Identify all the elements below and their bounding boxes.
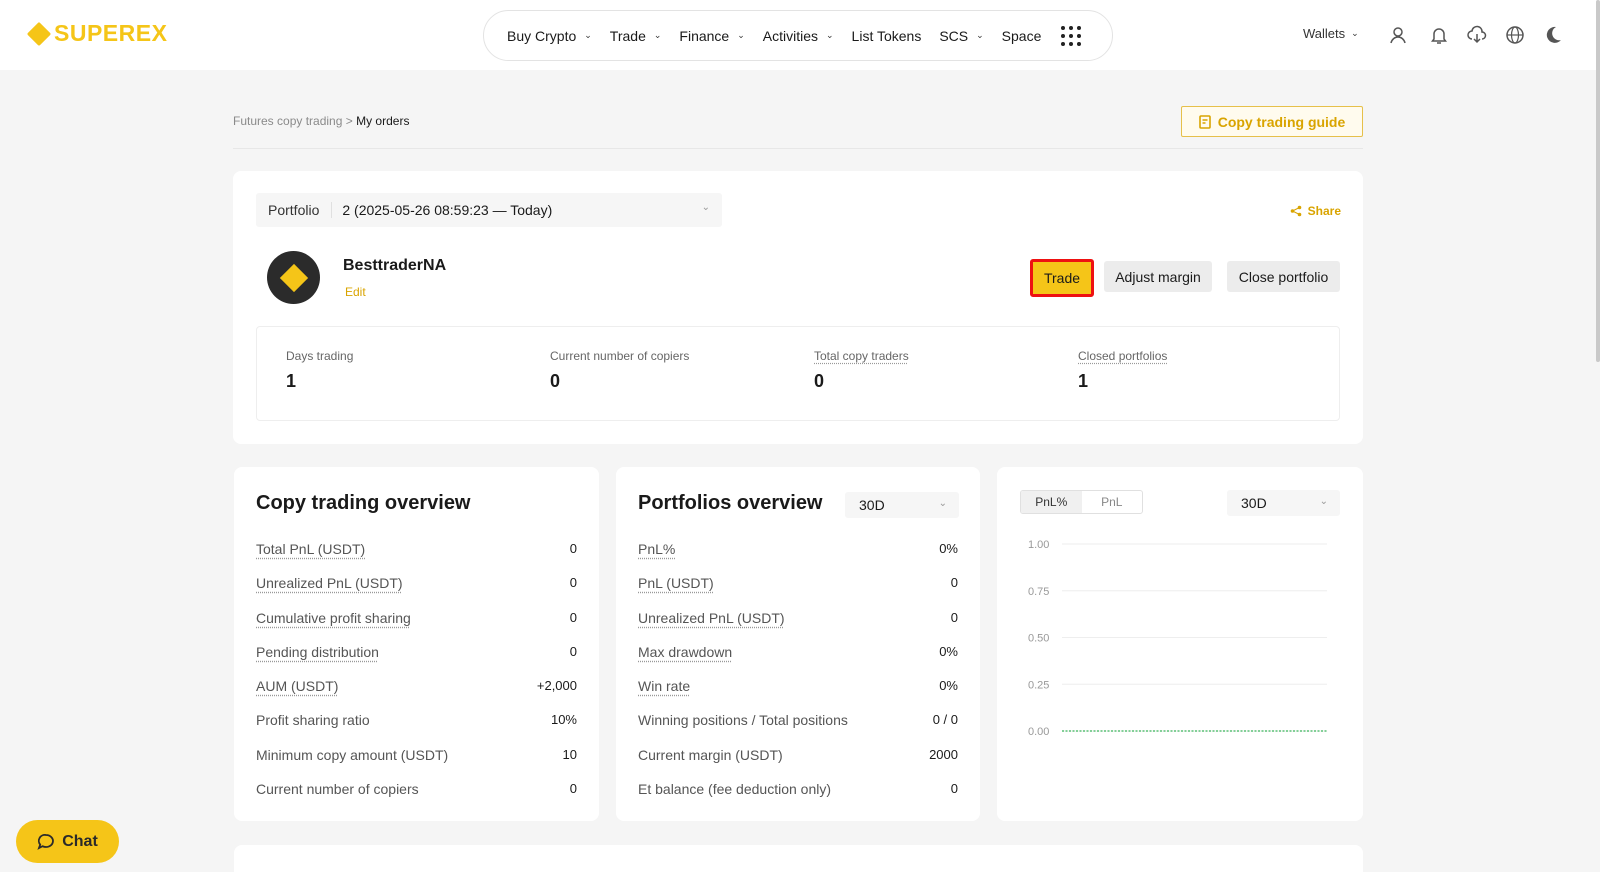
- share-icon: [1290, 205, 1302, 217]
- y-tick-label: 0.50: [1028, 633, 1049, 645]
- nav-item-list-tokens[interactable]: List Tokens: [852, 28, 922, 44]
- breadcrumb: Futures copy trading > My orders: [233, 114, 409, 128]
- y-tick-label: 0.75: [1028, 586, 1049, 598]
- avatar: [267, 251, 320, 304]
- diamond-logo-icon: [27, 21, 51, 45]
- pnl-toggle: PnL% PnL: [1020, 490, 1143, 514]
- portfolio-select[interactable]: Portfolio 2 (2025-05-26 08:59:23 — Today…: [256, 193, 722, 227]
- scrollbar[interactable]: [1596, 0, 1600, 362]
- period-select[interactable]: 30D ⌄: [845, 492, 959, 518]
- portfolio-select-value: 2 (2025-05-26 08:59:23 — Today): [332, 202, 552, 218]
- wallets-menu[interactable]: Wallets ⌄: [1303, 26, 1359, 41]
- chevron-down-icon: ⌄: [584, 30, 592, 41]
- chevron-down-icon: ⌄: [737, 30, 745, 41]
- adjust-margin-button[interactable]: Adjust margin: [1104, 261, 1212, 292]
- list-item: PnL (USDT) 0: [638, 575, 958, 609]
- list-item: Unrealized PnL (USDT) 0: [256, 575, 577, 609]
- pnl-line-chart: 1.00 0.75 0.50 0.25 0.00: [1017, 532, 1337, 742]
- stat-days-trading: Days trading 1: [286, 349, 353, 392]
- portfolio-stats: Days trading 1 Current number of copiers…: [256, 326, 1340, 421]
- chevron-down-icon: ⌄: [654, 30, 662, 41]
- list-item: Profit sharing ratio 10%: [256, 712, 577, 746]
- superex-logo[interactable]: SUPEREX: [28, 20, 167, 47]
- top-header: SUPEREX Buy Crypto ⌄ Trade ⌄ Finance ⌄ Acti…: [0, 0, 1600, 70]
- nav-item-buy-crypto[interactable]: Buy Crypto ⌄: [507, 28, 592, 44]
- overview-rows: Total PnL (USDT) 0 Unrealized PnL (USDT) 0…: [256, 541, 577, 815]
- list-item: Max drawdown 0%: [638, 644, 958, 678]
- list-item: Current margin (USDT) 2000: [638, 747, 958, 781]
- list-item: PnL% 0%: [638, 541, 958, 575]
- y-tick-label: 0.25: [1028, 679, 1049, 691]
- nav-item-space[interactable]: Space: [1002, 28, 1042, 44]
- close-portfolio-button[interactable]: Close portfolio: [1227, 261, 1340, 292]
- nav-item-trade[interactable]: Trade ⌄: [610, 28, 662, 44]
- list-item: AUM (USDT) +2,000: [256, 678, 577, 712]
- list-item: Pending distribution 0: [256, 644, 577, 678]
- stat-total-copy-traders: Total copy traders 0: [814, 349, 909, 392]
- chat-button[interactable]: Chat: [16, 820, 119, 863]
- nav-item-finance[interactable]: Finance ⌄: [679, 28, 744, 44]
- chevron-down-icon: ⌄: [1320, 496, 1328, 507]
- pnl-chart-card: PnL% PnL 30D ⌄ 1.00 0.75 0.50 0.25 0.00: [997, 467, 1363, 821]
- chevron-down-icon: ⌄: [976, 30, 984, 41]
- list-item: Cumulative profit sharing 0: [256, 610, 577, 644]
- chevron-down-icon: ⌄: [1351, 28, 1359, 39]
- portfolio-card: Portfolio 2 (2025-05-26 08:59:23 — Today…: [233, 171, 1363, 444]
- stat-current-copiers: Current number of copiers 0: [550, 349, 689, 392]
- chat-bubble-icon: [37, 833, 55, 851]
- bell-icon[interactable]: [1429, 25, 1449, 45]
- toggle-pnl[interactable]: PnL: [1082, 491, 1143, 513]
- share-button[interactable]: Share: [1290, 204, 1341, 218]
- list-item: Minimum copy amount (USDT) 10: [256, 747, 577, 781]
- chevron-down-icon: ⌄: [826, 30, 834, 41]
- portfolios-overview-card: Portfolios overview 30D ⌄ PnL% 0% PnL (US…: [616, 467, 980, 821]
- nav-item-scs[interactable]: SCS ⌄: [939, 28, 983, 44]
- user-icon[interactable]: [1388, 25, 1408, 45]
- diamond-logo-icon: [279, 263, 307, 291]
- card-title: Copy trading overview: [256, 492, 471, 515]
- document-icon: [1199, 115, 1212, 129]
- bottom-card: [234, 845, 1363, 872]
- list-item: Winning positions / Total positions 0 / 0: [638, 712, 958, 746]
- y-tick-label: 0.00: [1028, 726, 1049, 738]
- list-item: Win rate 0%: [638, 678, 958, 712]
- trade-button[interactable]: Trade: [1030, 259, 1094, 297]
- toggle-pnl-percent[interactable]: PnL%: [1021, 491, 1082, 513]
- list-item: Et balance (fee deduction only) 0: [638, 781, 958, 815]
- breadcrumb-current: My orders: [356, 114, 409, 128]
- copy-trading-guide-button[interactable]: Copy trading guide: [1181, 106, 1363, 137]
- overview-rows: PnL% 0% PnL (USDT) 0 Unrealized PnL (USDT)…: [638, 541, 958, 815]
- list-item: Unrealized PnL (USDT) 0: [638, 610, 958, 644]
- copy-trading-overview-card: Copy trading overview Total PnL (USDT) 0 …: [234, 467, 599, 821]
- list-item: Total PnL (USDT) 0: [256, 541, 577, 575]
- chevron-down-icon: ⌄: [939, 498, 947, 509]
- brand-name: SUPEREX: [54, 20, 167, 47]
- chart-period-select[interactable]: 30D ⌄: [1227, 490, 1340, 516]
- globe-icon[interactable]: [1505, 25, 1525, 45]
- username: BesttraderNA: [343, 257, 446, 275]
- edit-link[interactable]: Edit: [345, 285, 366, 299]
- y-tick-label: 1.00: [1028, 539, 1049, 551]
- breadcrumb-parent[interactable]: Futures copy trading: [233, 114, 342, 128]
- stat-closed-portfolios: Closed portfolios 1: [1078, 349, 1167, 392]
- card-title: Portfolios overview: [638, 492, 823, 515]
- main-nav: Buy Crypto ⌄ Trade ⌄ Finance ⌄ Activities ⌄ …: [483, 10, 1113, 61]
- moon-icon[interactable]: [1543, 25, 1563, 45]
- list-item: Current number of copiers 0: [256, 781, 577, 815]
- download-icon[interactable]: [1467, 25, 1487, 45]
- chevron-down-icon: ⌄: [702, 202, 710, 213]
- apps-grid-icon[interactable]: [1061, 26, 1081, 46]
- divider: [233, 148, 1363, 149]
- nav-item-activities[interactable]: Activities ⌄: [763, 28, 834, 44]
